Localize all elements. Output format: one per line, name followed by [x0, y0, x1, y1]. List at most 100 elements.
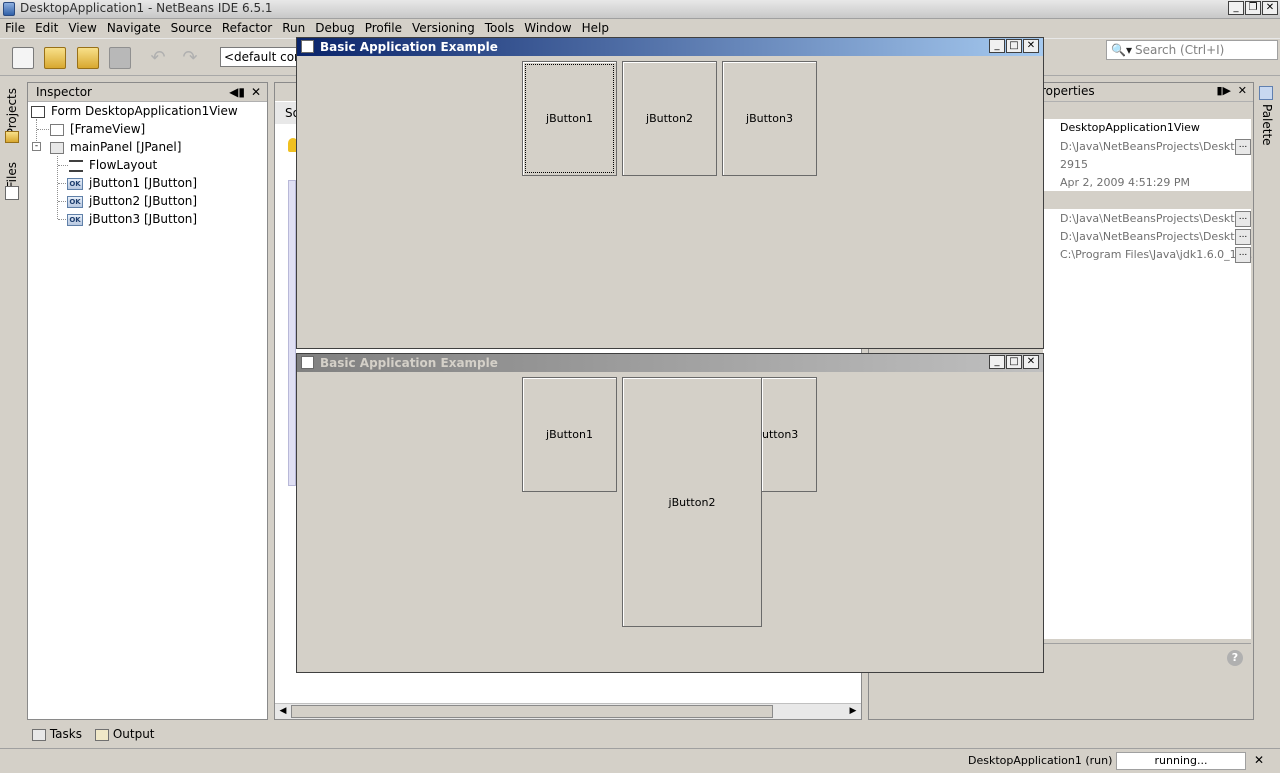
run-status-label: DesktopApplication1 (run) #2	[968, 754, 1133, 767]
menu-help[interactable]: Help	[577, 19, 614, 37]
netbeans-icon	[3, 2, 15, 16]
close-panel-icon[interactable]: ✕	[251, 83, 261, 101]
jbutton1[interactable]: jButton1	[522, 377, 617, 492]
maximize-icon[interactable]: □	[1006, 39, 1022, 53]
cancel-task-icon[interactable]: ✕	[1254, 753, 1264, 767]
tree-item-flowlayout[interactable]: FlowLayout	[69, 156, 157, 174]
document-icon	[50, 123, 64, 136]
design-area[interactable]	[288, 180, 296, 486]
property-value[interactable]: Apr 2, 2009 4:51:29 PM	[1060, 174, 1252, 192]
minimize-icon[interactable]: _	[1228, 1, 1244, 15]
property-value[interactable]: D:\Java\NetBeansProjects\Deskto...	[1060, 228, 1252, 246]
ide-title-bar: DesktopApplication1 - NetBeans IDE 6.5.1…	[0, 0, 1280, 19]
app-window-titlebar[interactable]: Basic Application Example _ □ ✕	[297, 38, 1043, 56]
panel-icon	[50, 141, 64, 154]
close-icon[interactable]: ✕	[1023, 355, 1039, 369]
property-value[interactable]: D:\Java\NetBeansProjects\Deskto...	[1060, 138, 1252, 156]
scrollbar-thumb[interactable]	[291, 705, 773, 718]
open-project-icon[interactable]	[77, 47, 99, 69]
menubar: File Edit View Navigate Source Refactor Run Deb…	[0, 19, 1280, 37]
inspector-title: Inspector	[36, 85, 92, 99]
tree-collapse-icon[interactable]: -	[32, 142, 41, 151]
properties-title: roperties	[1041, 84, 1095, 98]
inspector-header: Inspector ◀▮ ✕	[28, 83, 267, 102]
status-bar: DesktopApplication1 (run) #2 running... …	[0, 748, 1280, 773]
button-ok-icon: OK	[67, 213, 83, 226]
property-value[interactable]: C:\Program Files\Java\jdk1.6.0_11...	[1060, 246, 1252, 264]
button-ok-icon: OK	[67, 195, 83, 208]
tasks-icon	[32, 728, 46, 741]
app-window-title: Basic Application Example	[320, 40, 498, 54]
new-file-icon[interactable]	[12, 47, 34, 69]
side-tab-projects[interactable]: Projects	[5, 88, 19, 135]
side-tab-palette[interactable]: Palette	[1260, 104, 1274, 146]
palette-icon	[1259, 86, 1273, 100]
files-icon	[5, 186, 19, 200]
search-icon: 🔍▾	[1111, 43, 1132, 57]
horizontal-scrollbar[interactable]: ◀ ▶	[275, 703, 861, 719]
tree-item-jbutton1[interactable]: OK jButton1 [JButton]	[67, 174, 197, 192]
editor-tab-icon[interactable]	[275, 83, 298, 101]
save-all-icon[interactable]	[109, 47, 131, 69]
output-tab[interactable]: Output	[95, 727, 155, 741]
close-icon[interactable]: ✕	[1023, 39, 1039, 53]
menu-view[interactable]: View	[63, 19, 101, 37]
tree-item-jbutton2[interactable]: OK jButton2 [JButton]	[67, 192, 197, 210]
menu-source[interactable]: Source	[166, 19, 217, 37]
close-icon[interactable]: ✕	[1262, 1, 1278, 15]
minimize-panel-icon[interactable]: ◀▮	[229, 83, 245, 101]
menu-profile[interactable]: Profile	[360, 19, 407, 37]
progress-bar: running...	[1116, 752, 1246, 770]
menu-run[interactable]: Run	[277, 19, 310, 37]
new-project-icon[interactable]	[44, 47, 66, 69]
jbutton2[interactable]: jButton2	[622, 61, 717, 176]
menu-debug[interactable]: Debug	[310, 19, 359, 37]
layout-icon	[69, 159, 83, 172]
property-value[interactable]: DesktopApplication1View	[1060, 119, 1252, 137]
close-panel-icon[interactable]: ✕	[1238, 84, 1247, 97]
jbutton2[interactable]: jButton2	[622, 377, 762, 627]
app-window-active[interactable]: Basic Application Example _ □ ✕ jButton1…	[296, 37, 1044, 349]
button-ok-icon: OK	[67, 177, 83, 190]
minimize-icon[interactable]: _	[989, 39, 1005, 53]
menu-file[interactable]: File	[0, 19, 30, 37]
side-tab-files[interactable]: Files	[5, 162, 19, 188]
form-icon	[31, 105, 45, 118]
output-icon	[95, 728, 109, 741]
redo-icon[interactable]: ↷	[180, 49, 200, 67]
ide-title: DesktopApplication1 - NetBeans IDE 6.5.1	[20, 1, 273, 15]
app-window-inactive[interactable]: Basic Application Example _ □ ✕ jButton1…	[296, 353, 1044, 673]
projects-icon	[5, 131, 19, 143]
restore-icon[interactable]: ❐	[1245, 1, 1261, 15]
menu-edit[interactable]: Edit	[30, 19, 63, 37]
jbutton1[interactable]: jButton1	[522, 61, 617, 176]
search-input[interactable]: 🔍▾ Search (Ctrl+I)	[1106, 40, 1278, 60]
property-value[interactable]: D:\Java\NetBeansProjects\Deskto...	[1060, 210, 1252, 228]
tree-item-frameview[interactable]: [FrameView]	[50, 120, 145, 138]
menu-versioning[interactable]: Versioning	[407, 19, 480, 37]
scroll-left-icon[interactable]: ◀	[275, 704, 291, 719]
app-window-title: Basic Application Example	[320, 356, 498, 370]
menu-refactor[interactable]: Refactor	[217, 19, 277, 37]
menu-window[interactable]: Window	[519, 19, 576, 37]
help-icon[interactable]: ?	[1227, 650, 1243, 666]
property-ellipsis-button[interactable]: ...	[1235, 139, 1251, 155]
undo-icon[interactable]: ↶	[148, 49, 168, 67]
property-ellipsis-button[interactable]: ...	[1235, 229, 1251, 245]
maximize-panel-icon[interactable]: ▮▶	[1216, 84, 1231, 97]
maximize-icon[interactable]: □	[1006, 355, 1022, 369]
minimize-icon[interactable]: _	[989, 355, 1005, 369]
menu-tools[interactable]: Tools	[480, 19, 520, 37]
tasks-tab[interactable]: Tasks	[32, 727, 82, 741]
property-ellipsis-button[interactable]: ...	[1235, 247, 1251, 263]
tree-item-jbutton3[interactable]: OK jButton3 [JButton]	[67, 210, 197, 228]
property-value[interactable]: 2915	[1060, 156, 1252, 174]
scroll-right-icon[interactable]: ▶	[845, 704, 861, 719]
tree-item-form[interactable]: Form DesktopApplication1View	[31, 102, 238, 120]
tree-item-mainpanel[interactable]: mainPanel [JPanel]	[50, 138, 181, 156]
property-ellipsis-button[interactable]: ...	[1235, 211, 1251, 227]
app-window-titlebar[interactable]: Basic Application Example _ □ ✕	[297, 354, 1043, 372]
jbutton3[interactable]: utton3	[761, 377, 817, 492]
jbutton3[interactable]: jButton3	[722, 61, 817, 176]
menu-navigate[interactable]: Navigate	[102, 19, 166, 37]
